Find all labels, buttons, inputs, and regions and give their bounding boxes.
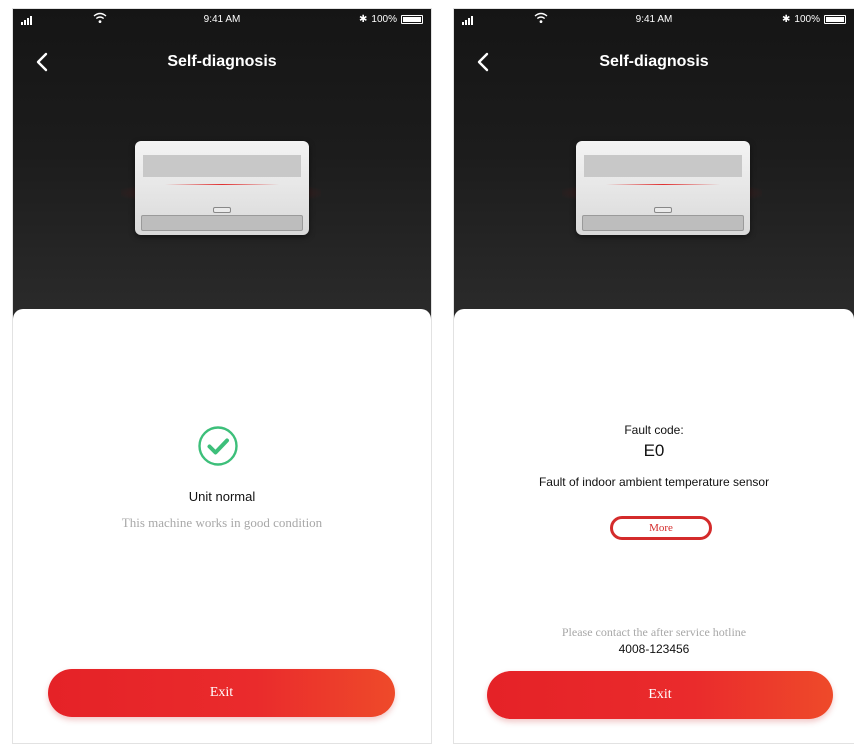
status-right: ✱ 100% <box>782 14 846 25</box>
fault-card: Fault code: E0 Fault of indoor ambient t… <box>454 309 854 743</box>
hotline-number[interactable]: 4008-123456 <box>454 642 854 656</box>
battery-icon <box>824 15 846 24</box>
phone-screen-fault: 9:41 AM ✱ 100% Self-diagnosis Fault code… <box>453 8 854 744</box>
nav-bar: Self-diagnosis <box>13 47 431 87</box>
fault-description: Fault of indoor ambient temperature sens… <box>538 475 770 489</box>
exit-button[interactable]: Exit <box>487 671 833 719</box>
check-circle-icon <box>198 426 238 466</box>
page-title: Self-diagnosis <box>599 53 709 70</box>
more-button[interactable]: More <box>610 516 712 540</box>
nav-bar: Self-diagnosis <box>454 47 854 87</box>
contact-text: Please contact the after service hotline <box>561 625 747 639</box>
exit-button[interactable]: Exit <box>48 669 395 717</box>
page-title: Self-diagnosis <box>167 53 277 70</box>
air-conditioner-icon <box>13 127 431 247</box>
air-conditioner-icon <box>454 127 854 247</box>
battery-percent: 100% <box>371 14 397 25</box>
fault-code: E0 <box>643 441 665 460</box>
status-subtitle: This machine works in good condition <box>121 515 323 530</box>
status-title: Unit normal <box>188 489 256 504</box>
bluetooth-icon: ✱ <box>782 14 791 25</box>
status-bar: 9:41 AM ✱ 100% <box>13 9 431 31</box>
status-right: ✱ 100% <box>359 14 423 25</box>
battery-percent: 100% <box>794 14 820 25</box>
battery-icon <box>401 15 423 24</box>
status-bar: 9:41 AM ✱ 100% <box>454 9 854 31</box>
header-area: 9:41 AM ✱ 100% Self-diagnosis <box>13 9 431 329</box>
bluetooth-icon: ✱ <box>359 14 368 25</box>
result-card: Unit normal This machine works in good c… <box>13 309 431 743</box>
header-area: 9:41 AM ✱ 100% Self-diagnosis <box>454 9 854 329</box>
fault-code-label: Fault code: <box>624 423 684 437</box>
phone-screen-normal: 9:41 AM ✱ 100% Self-diagnosis Unit norma… <box>12 8 432 744</box>
